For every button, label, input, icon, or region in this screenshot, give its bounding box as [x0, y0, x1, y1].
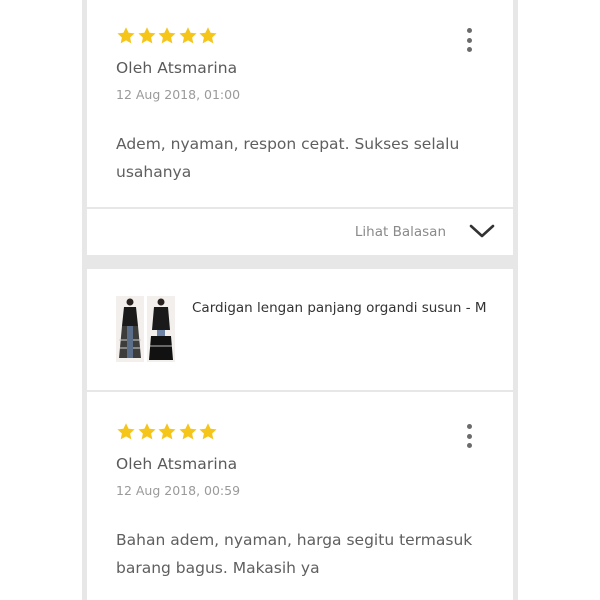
product-image [116, 296, 144, 362]
review-date: 12 Aug 2018, 01:00 [116, 87, 241, 102]
review-comment: Adem, nyaman, respon cepat. Sukses selal… [116, 135, 460, 181]
product-name[interactable]: Cardigan lengan panjang organdi susun - … [192, 300, 487, 316]
star-icon [178, 423, 197, 440]
star-icon [199, 423, 217, 440]
star-icon [178, 27, 197, 44]
star-icon [158, 27, 176, 44]
product-info-card[interactable]: Cardigan lengan panjang organdi susun - … [87, 269, 513, 390]
product-image [147, 296, 175, 362]
chevron-down-icon[interactable] [469, 223, 495, 239]
review-author: Oleh Atsmarina [116, 455, 238, 473]
kebab-menu-icon[interactable] [465, 424, 473, 448]
view-replies-row[interactable]: Lihat Balasan [87, 209, 513, 255]
review-comment: Bahan adem, nyaman, harga segitu termasu… [116, 531, 473, 577]
star-icon [117, 423, 135, 440]
product-thumbnail[interactable] [116, 296, 175, 362]
review-date: 12 Aug 2018, 00:59 [116, 483, 241, 498]
review-card: Oleh Atsmarina 12 Aug 2018, 00:59 Bahan … [87, 392, 513, 600]
star-icon [137, 27, 156, 44]
review-card: Oleh Atsmarina 12 Aug 2018, 01:00 Adem, … [87, 0, 513, 207]
review-author: Oleh Atsmarina [116, 59, 238, 77]
star-icon [199, 27, 217, 44]
star-icon [137, 423, 156, 440]
kebab-menu-icon[interactable] [465, 28, 473, 52]
star-icon [117, 27, 135, 44]
view-replies-label[interactable]: Lihat Balasan [355, 224, 446, 240]
star-rating [116, 422, 219, 442]
star-icon [158, 423, 176, 440]
star-rating [116, 26, 219, 46]
